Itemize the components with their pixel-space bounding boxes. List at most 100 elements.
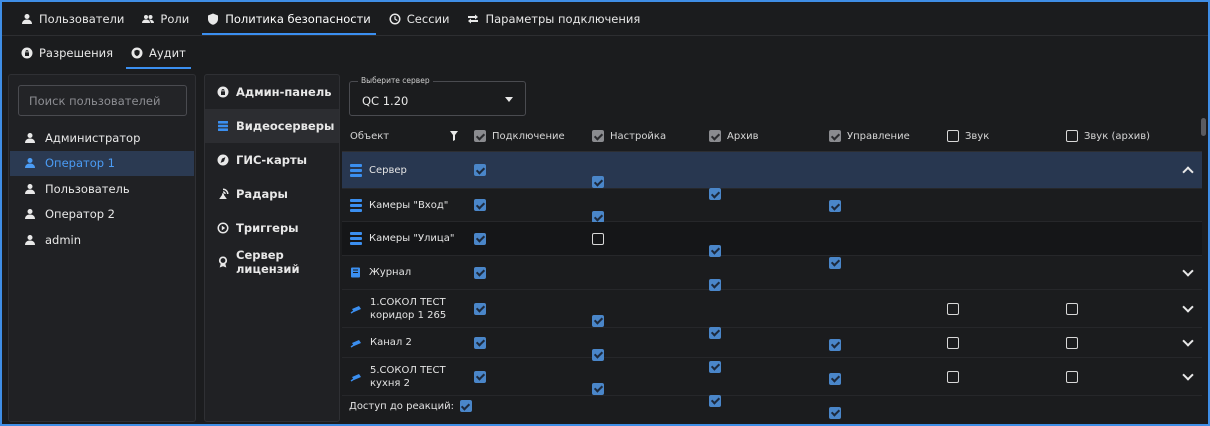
permission-checkbox[interactable]	[709, 244, 721, 257]
category-admin-panel[interactable]: Админ-панель	[205, 75, 339, 109]
reaction-access-checkbox[interactable]	[459, 400, 472, 412]
column-checkbox[interactable]	[592, 130, 604, 142]
category-radars[interactable]: Радары	[205, 177, 339, 211]
user-item-administrator[interactable]: Администратор	[10, 125, 194, 151]
row-label: Журнал	[369, 267, 412, 278]
chevron-up-icon[interactable]	[1182, 166, 1194, 178]
tab-label: Политика безопасности	[225, 11, 371, 26]
table-row[interactable]: 1.СОКОЛ ТЕСТ коридор 1 265	[342, 290, 1202, 351]
column-checkbox[interactable]	[829, 130, 841, 142]
object-column-header: Объект	[350, 130, 390, 142]
permission-checkbox[interactable]	[474, 199, 486, 211]
user-list: Администратор Оператор 1 Пользователь Оп…	[10, 125, 194, 253]
permission-checkbox[interactable]	[592, 314, 604, 327]
row-object-name: Канал 2	[350, 328, 412, 357]
chevron-down-icon[interactable]	[1182, 300, 1194, 313]
tab-roles[interactable]: Роли	[133, 2, 198, 35]
permission-checkbox[interactable]	[474, 302, 486, 315]
permission-checkbox[interactable]	[474, 266, 486, 279]
permission-checkbox[interactable]	[592, 176, 604, 188]
row-label: Камеры "Улица"	[369, 233, 455, 244]
category-triggers[interactable]: Триггеры	[205, 211, 339, 245]
tab-label: Аудит	[148, 46, 186, 60]
radar-icon	[217, 188, 229, 200]
table-row[interactable]: Канал 2	[342, 328, 1202, 385]
category-video-servers[interactable]: Видеосерверы	[205, 109, 339, 143]
column-checkbox[interactable]	[474, 130, 486, 142]
chevron-down-icon[interactable]	[1182, 264, 1194, 277]
permission-checkbox[interactable]	[592, 382, 604, 395]
category-license-server[interactable]: Сервер лицензий	[205, 245, 339, 279]
row-label: Сервер	[369, 164, 407, 176]
clock-icon	[389, 13, 401, 25]
audit-shield-icon	[131, 47, 143, 59]
permission-checkbox[interactable]	[947, 370, 959, 383]
category-gis-maps[interactable]: ГИС-карты	[205, 143, 339, 177]
permission-checkbox[interactable]	[947, 302, 959, 315]
tab-permissions[interactable]: Разрешения	[12, 37, 122, 69]
user-item-user[interactable]: Пользователь	[10, 176, 194, 202]
connection-settings-icon	[467, 13, 479, 25]
permission-checkbox[interactable]	[474, 370, 486, 383]
column-header-control[interactable]: Управление	[829, 120, 910, 152]
tab-label: Роли	[160, 11, 190, 26]
user-label: Оператор 1	[45, 156, 115, 171]
tab-users[interactable]: Пользователи	[12, 2, 133, 35]
tab-security-policy[interactable]: Политика безопасности	[198, 2, 380, 35]
category-label: Админ-панель	[236, 85, 332, 99]
user-label: Администратор	[45, 130, 141, 145]
user-icon	[24, 132, 36, 144]
column-header-sound-archive[interactable]: Звук (архив)	[1066, 120, 1150, 152]
table-row[interactable]: Камеры "Вход"	[342, 189, 1202, 247]
user-item-operator-1[interactable]: Оператор 1	[10, 150, 194, 176]
user-search-input[interactable]	[18, 85, 187, 116]
user-item-operator-2[interactable]: Оператор 2	[10, 202, 194, 228]
permission-checkbox[interactable]	[474, 164, 486, 176]
user-icon	[24, 208, 36, 220]
permission-checkbox[interactable]	[474, 232, 486, 245]
column-header-sound[interactable]: Звук	[947, 120, 989, 152]
table-row[interactable]: Журнал	[342, 256, 1202, 291]
table-row[interactable]: Камеры "Улица"	[342, 222, 1202, 269]
permission-checkbox[interactable]	[1066, 336, 1078, 349]
permission-checkbox[interactable]	[709, 278, 721, 291]
column-header-connection[interactable]: Подключение	[474, 120, 565, 152]
trigger-icon	[217, 222, 229, 234]
server-icon	[350, 232, 362, 245]
table-row[interactable]: 5.СОКОЛ ТЕСТ кухня 2	[342, 358, 1202, 419]
camera-icon	[350, 373, 361, 382]
column-checkbox[interactable]	[1066, 130, 1078, 142]
table-row[interactable]: Сервер	[342, 152, 1202, 212]
chevron-down-icon[interactable]	[1182, 334, 1194, 347]
permission-checkbox[interactable]	[1066, 370, 1078, 383]
server-icon	[350, 198, 362, 212]
lock-icon	[217, 86, 229, 98]
column-header-settings[interactable]: Настройка	[592, 120, 666, 152]
column-checkbox[interactable]	[709, 130, 721, 142]
permission-checkbox[interactable]	[1066, 302, 1078, 315]
vertical-scrollbar[interactable]	[1201, 118, 1206, 136]
permission-checkbox[interactable]	[592, 232, 604, 245]
user-item-admin[interactable]: admin	[10, 227, 194, 253]
permission-checkbox[interactable]	[829, 406, 841, 419]
tab-audit[interactable]: Аудит	[122, 37, 195, 69]
filter-icon[interactable]	[450, 131, 458, 141]
user-icon	[24, 183, 36, 195]
permission-checkbox[interactable]	[709, 394, 721, 407]
tab-connection-settings[interactable]: Параметры подключения	[458, 2, 649, 35]
permission-checkbox[interactable]	[474, 336, 486, 349]
camera-icon	[350, 339, 361, 348]
chevron-down-icon[interactable]	[1182, 368, 1194, 381]
row-object-name: Сервер	[350, 152, 407, 188]
row-object-name: 1.СОКОЛ ТЕСТ коридор 1 265	[350, 290, 446, 327]
tab-sessions[interactable]: Сессии	[380, 2, 459, 35]
reaction-access-label: Доступ до реакций:	[349, 400, 454, 412]
permission-checkbox[interactable]	[947, 336, 959, 349]
user-label: Оператор 2	[45, 207, 115, 222]
server-select[interactable]: Выберите сервер QC 1.20	[349, 76, 526, 116]
row-object-name: Камеры "Вход"	[350, 189, 448, 221]
sub-tab-bar: Разрешения Аудит	[2, 37, 1208, 69]
user-icon	[21, 13, 33, 25]
column-checkbox[interactable]	[947, 130, 959, 142]
column-header-archive[interactable]: Архив	[709, 120, 759, 152]
